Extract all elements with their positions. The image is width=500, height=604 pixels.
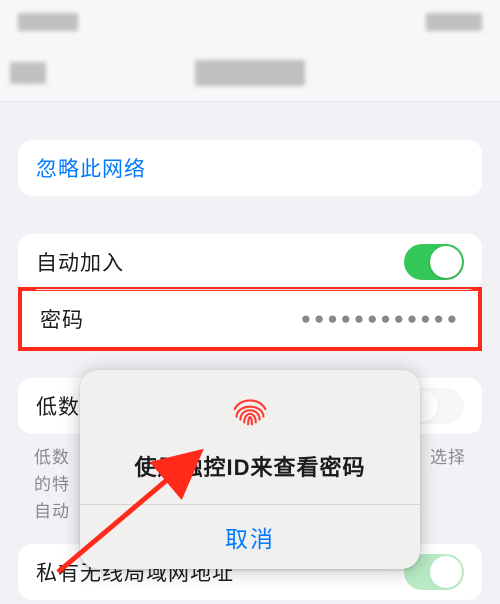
status-bar [0,0,500,44]
forget-network-label: 忽略此网络 [36,153,146,183]
auto-join-label: 自动加入 [36,247,124,277]
fingerprint-icon [227,388,273,434]
footnote-l1-left: 低数 [34,444,70,471]
password-row[interactable]: 密码 ●●●●●●●●●●●● [18,287,482,351]
status-time-blurred [18,13,78,31]
password-masked-value: ●●●●●●●●●●●● [301,309,460,329]
password-label: 密码 [40,304,84,334]
touchid-cancel-button[interactable]: 取消 [80,505,420,569]
status-right-blurred [426,13,482,31]
group-join-password: 自动加入 [18,234,482,290]
nav-bar [0,44,500,102]
forget-network-button[interactable]: 忽略此网络 [18,140,482,196]
auto-join-toggle[interactable] [404,244,464,280]
footnote-l1-right: 选择 [430,444,466,471]
nav-back-blurred[interactable] [10,62,46,84]
auto-join-row: 自动加入 [18,234,482,290]
touchid-modal-title: 使用触控ID来查看密码 [134,450,365,482]
group-forget-network: 忽略此网络 [18,140,482,196]
nav-title-blurred [195,60,305,86]
touchid-modal: 使用触控ID来查看密码 取消 [80,370,420,569]
low-data-label: 低数 [36,391,80,421]
